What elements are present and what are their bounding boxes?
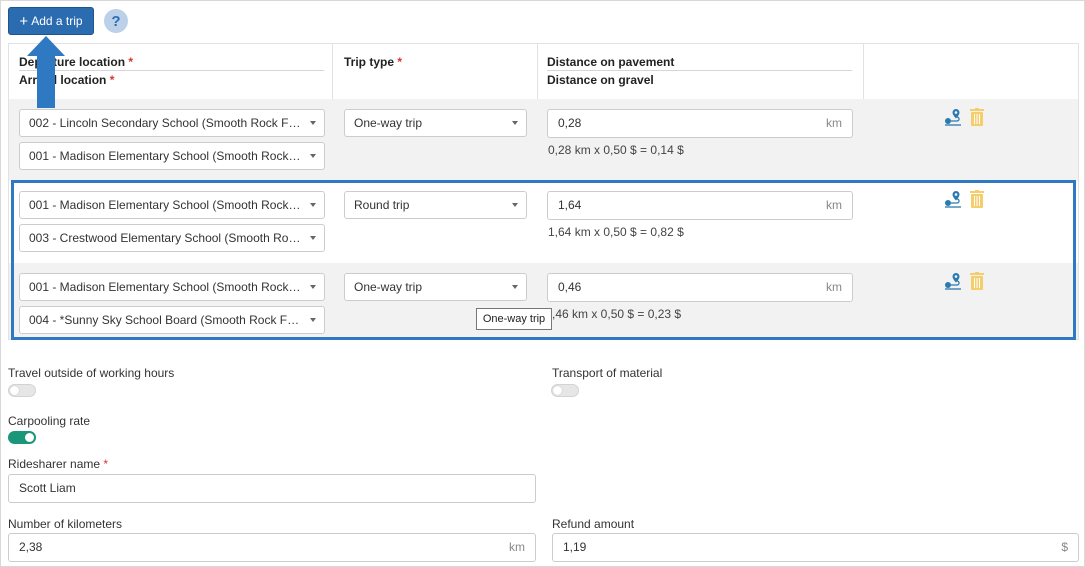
add-trip-button[interactable]: + Add a trip — [8, 7, 94, 35]
trips-table: Departure location * Arrival location * … — [8, 43, 1079, 340]
chevron-down-icon — [310, 318, 316, 322]
departure-select[interactable]: 002 - Lincoln Secondary School (Smooth R… — [19, 109, 325, 137]
header-separator — [547, 70, 852, 71]
route-icon[interactable] — [944, 108, 962, 126]
chevron-down-icon — [310, 154, 316, 158]
travel-outside-toggle[interactable] — [8, 384, 36, 397]
chevron-down-icon — [512, 121, 518, 125]
chevron-down-icon — [512, 203, 518, 207]
refund-amount-label: Refund amount — [552, 517, 635, 531]
distance-input[interactable]: 0,28 km — [547, 109, 853, 138]
route-icon[interactable] — [944, 272, 962, 290]
header-trip-type: Trip type * — [344, 55, 403, 69]
distance-input[interactable]: 1,64 km — [547, 191, 853, 220]
plus-icon: + — [19, 12, 29, 30]
distance-calculation: 1,64 km x 0,50 $ = 0,82 $ — [548, 225, 684, 239]
trash-icon[interactable] — [970, 190, 984, 208]
chevron-down-icon — [512, 285, 518, 289]
arrow-up-icon — [27, 36, 65, 108]
ridesharer-label: Ridesharer name * — [8, 457, 109, 471]
arrival-select[interactable]: 003 - Crestwood Elementary School (Smoot… — [19, 224, 325, 252]
transport-material-toggle[interactable] — [551, 384, 579, 397]
carpooling-toggle[interactable] — [8, 431, 36, 444]
distance-input[interactable]: 0,46 km — [547, 273, 853, 302]
trip-type-tooltip: One-way trip — [476, 308, 552, 330]
refund-amount-input[interactable]: 1,19 $ — [552, 533, 1079, 562]
distance-calculation: ,46 km x 0,50 $ = 0,23 $ — [552, 307, 682, 321]
trash-icon[interactable] — [970, 108, 984, 126]
transport-material-label: Transport of material — [552, 366, 663, 380]
trip-type-select[interactable]: One-way trip — [344, 109, 527, 137]
arrival-select[interactable]: 001 - Madison Elementary School (Smooth … — [19, 142, 325, 170]
route-icon[interactable] — [944, 190, 962, 208]
travel-outside-label: Travel outside of working hours — [8, 366, 175, 380]
departure-select[interactable]: 001 - Madison Elementary School (Smooth … — [19, 273, 325, 301]
help-icon[interactable]: ? — [104, 9, 128, 33]
header-distance-pavement: Distance on pavement — [547, 55, 675, 69]
trash-icon[interactable] — [970, 272, 984, 290]
carpooling-label: Carpooling rate — [8, 414, 91, 428]
chevron-down-icon — [310, 121, 316, 125]
header-distance-gravel: Distance on gravel — [547, 73, 654, 87]
chevron-down-icon — [310, 236, 316, 240]
ridesharer-name-input[interactable]: Scott Liam — [8, 474, 536, 503]
add-trip-label: Add a trip — [31, 14, 83, 28]
kilometers-input[interactable]: 2,38 km — [8, 533, 536, 562]
kilometers-label: Number of kilometers — [8, 517, 123, 531]
table-row: 001 - Madison Elementary School (Smooth … — [9, 181, 1078, 263]
trip-type-select[interactable]: Round trip — [344, 191, 527, 219]
departure-select[interactable]: 001 - Madison Elementary School (Smooth … — [19, 191, 325, 219]
table-row: 002 - Lincoln Secondary School (Smooth R… — [9, 99, 1078, 181]
arrival-select[interactable]: 004 - *Sunny Sky School Board (Smooth Ro… — [19, 306, 325, 334]
chevron-down-icon — [310, 203, 316, 207]
distance-calculation: 0,28 km x 0,50 $ = 0,14 $ — [548, 143, 684, 157]
trip-type-select[interactable]: One-way trip — [344, 273, 527, 301]
chevron-down-icon — [310, 285, 316, 289]
